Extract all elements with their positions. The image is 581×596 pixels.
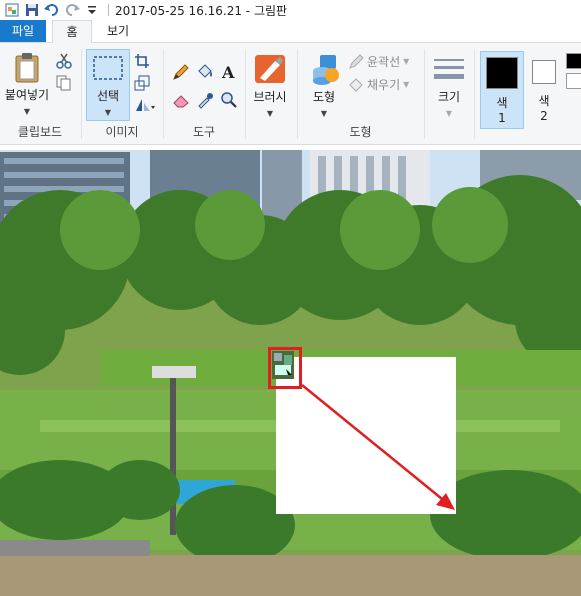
drag-arrow bbox=[301, 384, 455, 510]
